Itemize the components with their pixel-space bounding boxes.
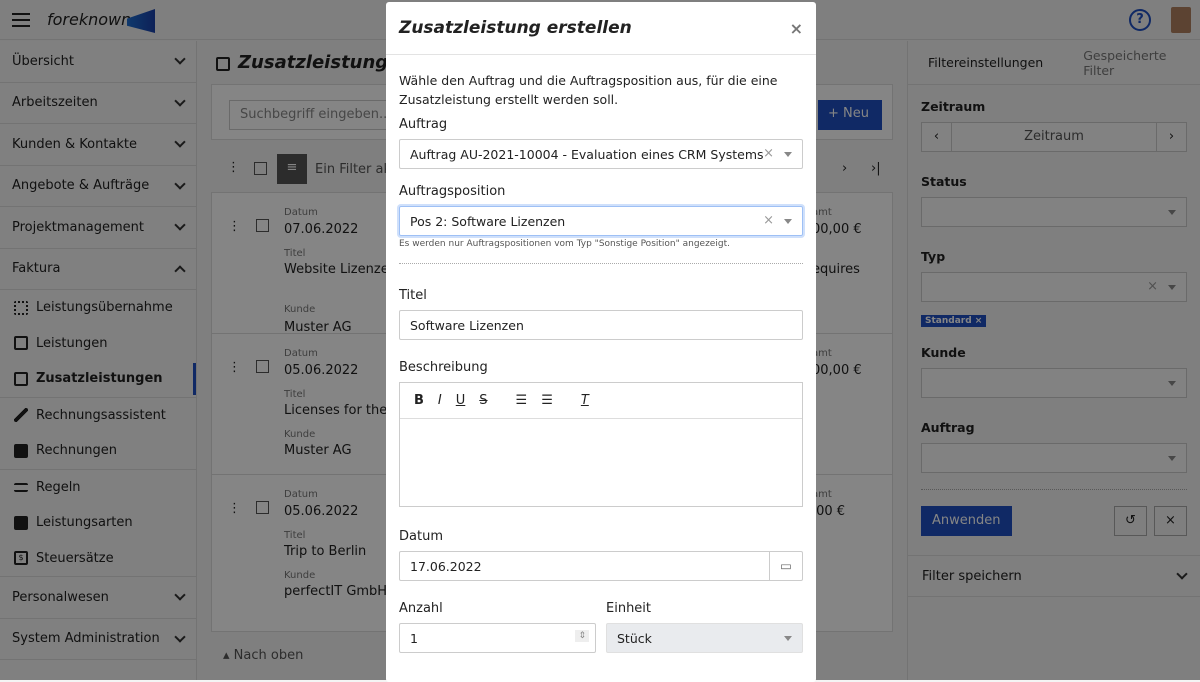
position-value: Pos 2: Software Lizenzen <box>410 213 566 229</box>
titel-input[interactable]: Software Lizenzen <box>399 310 803 340</box>
titel-label: Titel <box>399 288 427 303</box>
bullet-list-icon[interactable]: ☰ <box>541 393 553 408</box>
position-label: Auftragsposition <box>399 184 506 199</box>
strike-button[interactable]: S <box>479 393 487 408</box>
anzahl-value: 1 <box>410 630 418 646</box>
beschreibung-label: Beschreibung <box>399 360 488 375</box>
einheit-label: Einheit <box>606 601 652 616</box>
position-select[interactable]: Pos 2: Software Lizenzen × <box>399 206 803 236</box>
clear-icon[interactable]: × <box>763 213 774 228</box>
underline-button[interactable]: U <box>456 393 466 408</box>
caret-down-icon <box>784 219 792 224</box>
close-icon[interactable]: × <box>790 19 803 38</box>
italic-button[interactable]: I <box>438 393 442 408</box>
description-editor[interactable]: B I U S ☰ ☰ T <box>399 382 803 507</box>
stepper-icon[interactable]: ⇕ <box>575 630 589 642</box>
auftrag-value: Auftrag AU-2021-10004 - Evaluation eines… <box>410 146 764 162</box>
calendar-icon[interactable]: ▭ <box>769 552 802 580</box>
ordered-list-icon[interactable]: ☰ <box>516 393 528 408</box>
caret-down-icon <box>784 152 792 157</box>
datum-value: 17.06.2022 <box>410 558 482 574</box>
datum-label: Datum <box>399 529 443 544</box>
clear-icon[interactable]: × <box>763 146 774 161</box>
datum-input[interactable]: 17.06.2022 ▭ <box>399 551 803 581</box>
caret-down-icon <box>784 636 792 641</box>
anzahl-input[interactable]: 1 ⇕ <box>399 623 596 653</box>
auftrag-select[interactable]: Auftrag AU-2021-10004 - Evaluation eines… <box>399 139 803 169</box>
clear-format-icon[interactable]: T <box>581 393 589 408</box>
bold-button[interactable]: B <box>414 393 424 408</box>
modal-title: Zusatzleistung erstellen <box>399 18 632 38</box>
modal-intro: Wähle den Auftrag und die Auftragspositi… <box>399 73 778 107</box>
einheit-value: Stück <box>617 630 652 646</box>
anzahl-label: Anzahl <box>399 601 443 616</box>
position-hint: Es werden nur Auftragspositionen vom Typ… <box>399 239 730 249</box>
auftrag-label: Auftrag <box>399 117 448 132</box>
einheit-select[interactable]: Stück <box>606 623 803 653</box>
create-modal: Zusatzleistung erstellen × Wähle den Auft… <box>386 2 816 682</box>
